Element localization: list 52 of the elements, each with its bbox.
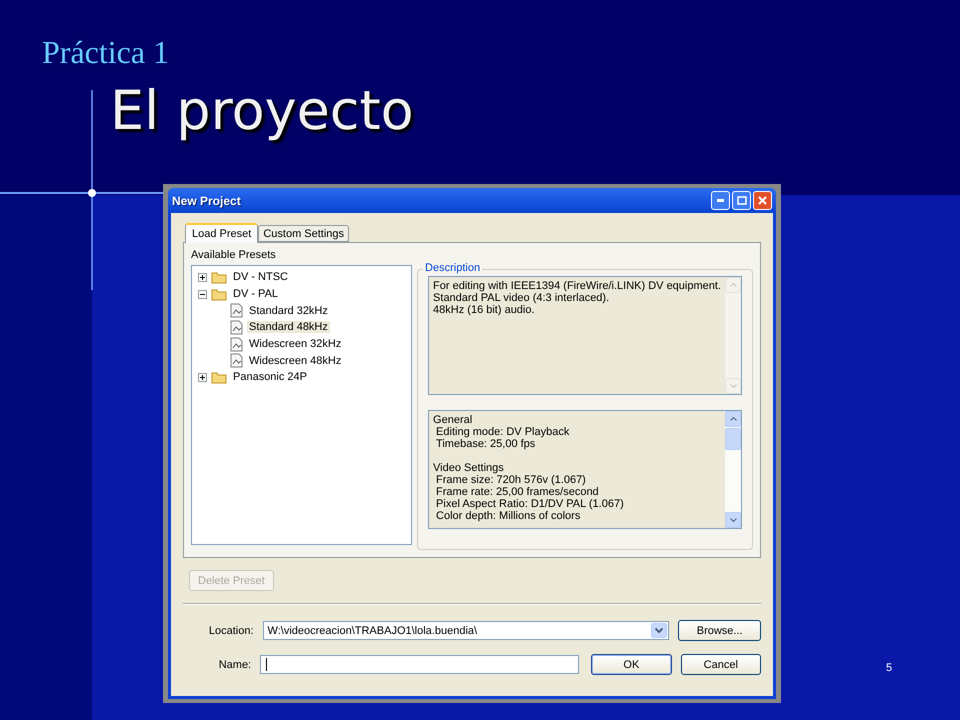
details-text: Editing mode: DV Playback: [435, 426, 570, 438]
location-dropdown[interactable]: W:\videocreacion\TRABAJO1\lola.buendia\: [262, 621, 670, 640]
document-icon: [230, 353, 243, 368]
folder-icon: [211, 288, 227, 301]
details-text: Frame size: 720h 576v (1.067): [435, 474, 587, 486]
minimize-icon: [717, 199, 724, 202]
details-text: Timebase: 25,00 fps: [435, 438, 536, 450]
tree-item[interactable]: DV - NTSC: [231, 271, 290, 284]
name-field[interactable]: [260, 655, 580, 674]
collapse-icon[interactable]: [198, 290, 207, 299]
slide-subtitle: Práctica 1: [42, 34, 170, 70]
description-text: For editing with IEEE1394 (FireWire/i.LINK) DV equipment.: [433, 280, 721, 292]
description-text: 48kHz (16 bit) audio.: [433, 304, 536, 316]
description-text: Standard PAL video (4:3 interlaced).: [433, 292, 610, 304]
tree-item[interactable]: Widescreen 48kHz: [247, 354, 344, 367]
details-text: Pixel Aspect Ratio: D1/DV PAL (1.067): [435, 498, 625, 510]
document-icon: [230, 303, 243, 318]
name-label: Name:: [218, 658, 252, 670]
details-text: Color depth: Millions of colors: [435, 510, 582, 522]
maximize-icon: [736, 196, 746, 205]
maximize-button[interactable]: [732, 191, 751, 210]
cancel-button[interactable]: Cancel: [680, 654, 761, 675]
minimize-button[interactable]: [711, 191, 730, 210]
ok-button[interactable]: OK: [591, 654, 672, 675]
description-label: Description: [423, 262, 482, 274]
scrollbar[interactable]: [725, 277, 741, 394]
slide-title: El proyecto: [110, 80, 414, 142]
tree-item[interactable]: Widescreen 32kHz: [247, 338, 344, 350]
location-label: Location:: [208, 624, 254, 636]
tree-item[interactable]: Panasonic 24P: [231, 371, 309, 384]
close-icon: [758, 196, 767, 205]
document-icon: [230, 336, 243, 352]
details-text: Frame rate: 25,00 frames/second: [435, 486, 600, 498]
presets-label: Available Presets: [191, 249, 277, 261]
document-icon: [230, 320, 243, 335]
details-heading: Video Settings: [433, 462, 505, 474]
tab[interactable]: Load Preset: [185, 223, 258, 243]
close-button[interactable]: [753, 191, 772, 210]
expand-icon[interactable]: [198, 272, 207, 282]
expand-icon[interactable]: [198, 372, 207, 382]
folder-icon: [211, 270, 227, 284]
tab[interactable]: Custom Settings: [258, 225, 350, 242]
folder-icon: [211, 370, 227, 384]
tree-item[interactable]: Standard 32kHz: [247, 304, 330, 317]
tree-item[interactable]: DV - PAL: [231, 288, 280, 300]
browse-button[interactable]: Browse...: [678, 620, 761, 641]
tree-item[interactable]: Standard 48kHz: [247, 321, 330, 334]
window-title: New Project: [172, 194, 241, 208]
scrollbar-thumb[interactable]: [725, 428, 741, 450]
scrollbar[interactable]: [725, 411, 741, 528]
page-number: 5: [886, 662, 892, 674]
details-heading: General: [433, 414, 474, 426]
